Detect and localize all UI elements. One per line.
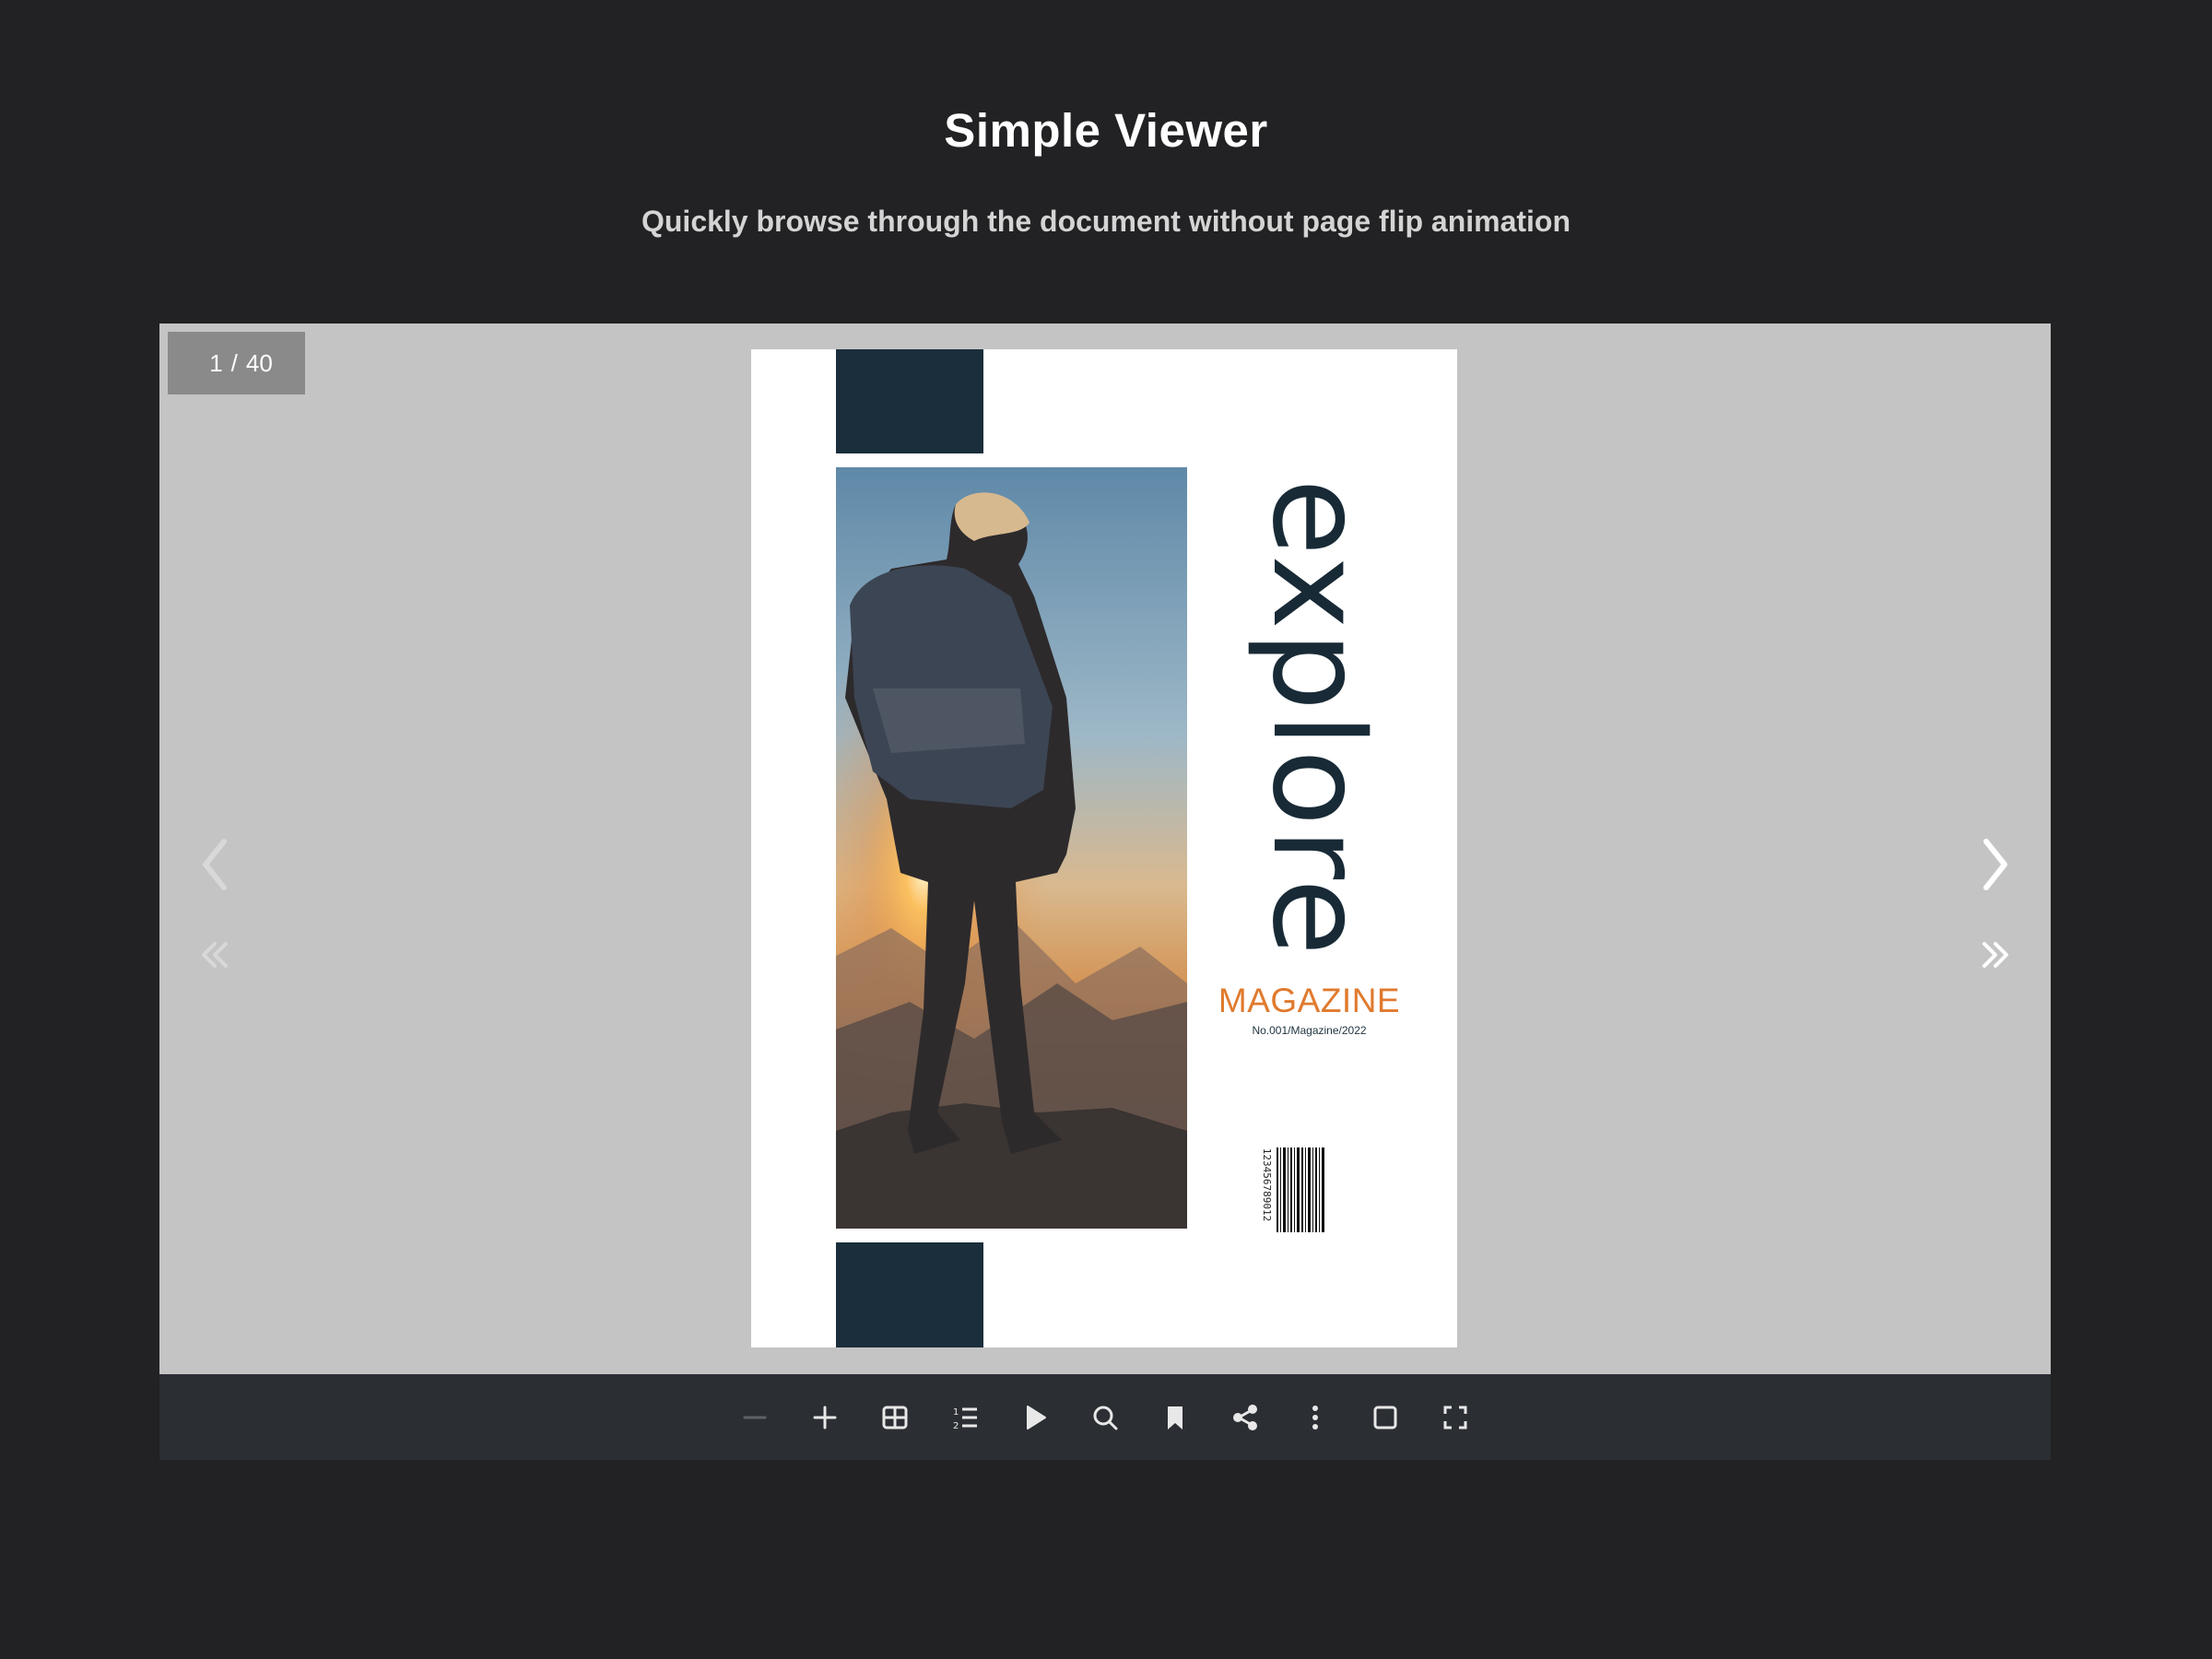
share-button[interactable] (1210, 1382, 1280, 1453)
next-page-button[interactable] (1968, 832, 2023, 897)
next-page-icon (1983, 839, 2007, 890)
prev-page-button[interactable] (187, 832, 242, 897)
cover-top-block (836, 349, 983, 453)
bookmark-button[interactable] (1140, 1382, 1210, 1453)
search-icon (1093, 1406, 1118, 1430)
cover-bottom-block (836, 1242, 983, 1347)
svg-text:2: 2 (953, 1421, 959, 1431)
zoom-in-button[interactable] (790, 1382, 860, 1453)
zoom-out-icon (743, 1416, 767, 1418)
barcode-number: 123456789012 (1261, 1147, 1274, 1222)
document-viewer[interactable]: 1 / 40 explore MAGAZINE No.001/Magazine/… (159, 324, 2051, 1374)
table-of-contents-icon: 1 2 (953, 1407, 977, 1431)
first-page-button[interactable] (187, 923, 242, 987)
zoom-out-button[interactable] (720, 1382, 790, 1453)
viewer-toolbar: 1 2 (159, 1374, 2051, 1460)
single-page-button[interactable] (1350, 1382, 1420, 1453)
current-page-number: 1 (209, 348, 223, 377)
more-options-button[interactable] (1280, 1382, 1350, 1453)
single-page-icon (1373, 1406, 1397, 1429)
hiker-photo (836, 467, 1187, 1229)
first-page-icon (202, 942, 228, 968)
more-options-icon (1312, 1405, 1318, 1430)
cover-title: explore (1244, 478, 1390, 958)
page-separator: / (230, 348, 238, 377)
barcode (1277, 1147, 1324, 1232)
thumbnails-icon (882, 1406, 908, 1429)
bookmark-icon (1168, 1406, 1182, 1430)
search-button[interactable] (1070, 1382, 1140, 1453)
cover-magazine-label: MAGAZINE (1218, 982, 1401, 1019)
autoplay-button[interactable] (1000, 1382, 1070, 1453)
thumbnails-button[interactable] (860, 1382, 930, 1453)
total-pages: 40 (245, 348, 273, 377)
fullscreen-icon (1443, 1406, 1467, 1429)
prev-page-icon (203, 839, 227, 890)
table-of-contents-button[interactable]: 1 2 (930, 1382, 1000, 1453)
document-page-cover[interactable]: explore MAGAZINE No.001/Magazine/2022 12… (751, 349, 1457, 1347)
last-page-button[interactable] (1968, 923, 2023, 987)
autoplay-icon (1027, 1405, 1046, 1430)
page-counter: 1 / 40 (168, 332, 305, 394)
share-icon (1233, 1404, 1257, 1430)
svg-text:1: 1 (953, 1407, 959, 1418)
cover-issue-label: No.001/Magazine/2022 (1252, 1024, 1367, 1037)
fullscreen-button[interactable] (1420, 1382, 1490, 1453)
page-subtitle: Quickly browse through the document with… (641, 205, 1571, 238)
cover-photo (836, 467, 1187, 1229)
page-title: Simple Viewer (944, 104, 1268, 157)
last-page-icon (1983, 942, 2008, 968)
zoom-in-icon (813, 1406, 837, 1429)
